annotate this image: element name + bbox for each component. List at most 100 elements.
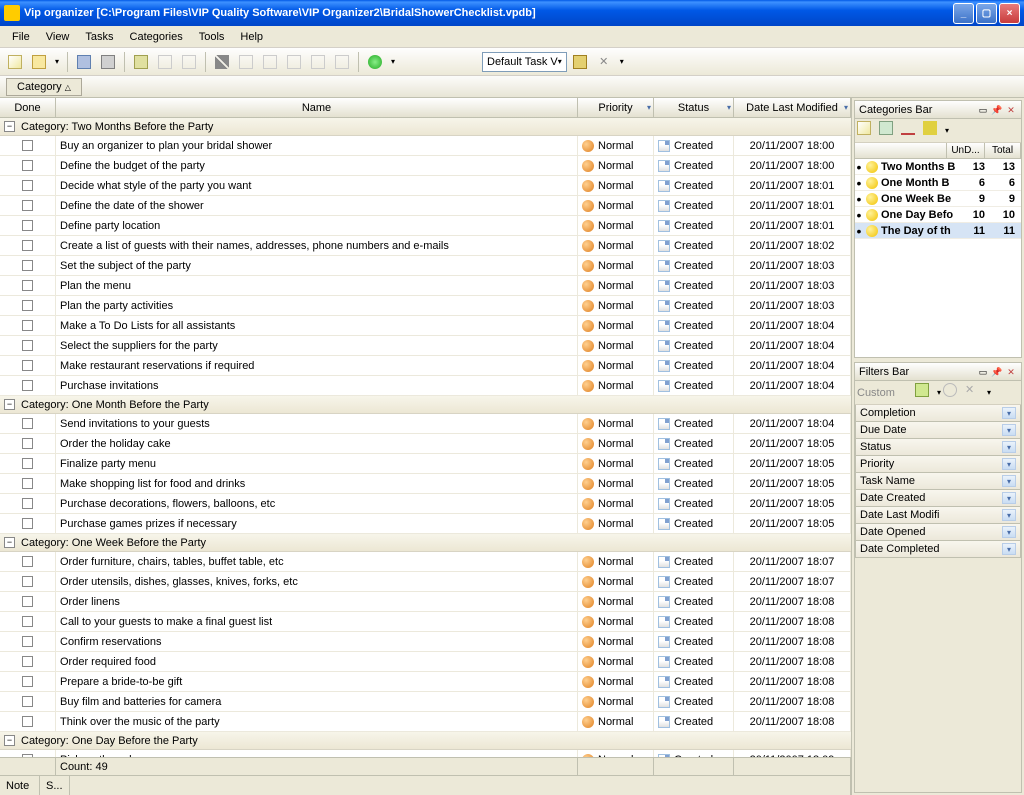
cat-sort-button[interactable]	[923, 121, 943, 141]
cat-edit-button[interactable]	[879, 121, 899, 141]
menu-help[interactable]: Help	[232, 29, 271, 45]
group-row[interactable]: −Category: One Week Before the Party	[0, 534, 851, 552]
done-checkbox[interactable]	[22, 696, 33, 707]
print-button[interactable]	[97, 51, 119, 73]
task-row[interactable]: Select the suppliers for the partyNormal…	[0, 336, 851, 356]
action-button[interactable]	[364, 51, 386, 73]
template-apply-button[interactable]	[569, 51, 591, 73]
filter-row[interactable]: Date Last Modifi▾	[855, 507, 1021, 524]
action-dropdown[interactable]: ▾	[388, 51, 398, 73]
done-checkbox[interactable]	[22, 576, 33, 587]
task-row[interactable]: Finalize party menuNormalCreated20/11/20…	[0, 454, 851, 474]
task-row[interactable]: Buy film and batteries for cameraNormalC…	[0, 692, 851, 712]
collapse-icon[interactable]: −	[4, 121, 15, 132]
task-row[interactable]: Call to your guests to make a final gues…	[0, 612, 851, 632]
group-row[interactable]: −Category: One Day Before the Party	[0, 732, 851, 750]
done-checkbox[interactable]	[22, 180, 33, 191]
task-row[interactable]: Define the budget of the partyNormalCrea…	[0, 156, 851, 176]
menu-tools[interactable]: Tools	[191, 29, 233, 45]
panel-pin-icon[interactable]: 📌	[991, 104, 1003, 116]
task-row[interactable]: Define party locationNormalCreated20/11/…	[0, 216, 851, 236]
filter-more-dropdown[interactable]: ▾	[987, 388, 991, 397]
new-button[interactable]	[4, 51, 26, 73]
template-more-dropdown[interactable]: ▾	[617, 51, 627, 73]
task-row[interactable]: Set the subject of the partyNormalCreate…	[0, 256, 851, 276]
filter-dropdown-icon[interactable]: ▾	[1002, 407, 1016, 419]
cat-col-name[interactable]	[855, 143, 947, 158]
delete-button[interactable]	[283, 51, 305, 73]
filters-pin-icon[interactable]: 📌	[991, 366, 1003, 378]
task-row[interactable]: Purchase decorations, flowers, balloons,…	[0, 494, 851, 514]
done-checkbox[interactable]	[22, 458, 33, 469]
open-button[interactable]	[28, 51, 50, 73]
filter-dropdown-icon[interactable]: ▾	[1002, 509, 1016, 521]
done-checkbox[interactable]	[22, 556, 33, 567]
filter-dropdown-icon[interactable]: ▾	[1002, 475, 1016, 487]
done-checkbox[interactable]	[22, 438, 33, 449]
cat-sort-dropdown[interactable]: ▾	[945, 126, 949, 135]
done-checkbox[interactable]	[22, 340, 33, 351]
task-row[interactable]: Order required foodNormalCreated20/11/20…	[0, 652, 851, 672]
template-delete-button[interactable]: ✕	[593, 51, 615, 73]
done-checkbox[interactable]	[22, 716, 33, 727]
panel-dock-icon[interactable]: ▭	[977, 104, 989, 116]
done-checkbox[interactable]	[22, 220, 33, 231]
filter-row[interactable]: Due Date▾	[855, 422, 1021, 439]
task-row[interactable]: Define the date of the showerNormalCreat…	[0, 196, 851, 216]
menu-tasks[interactable]: Tasks	[77, 29, 121, 45]
task-row[interactable]: Send invitations to your guestsNormalCre…	[0, 414, 851, 434]
filter-dropdown-icon[interactable]: ▾	[1002, 458, 1016, 470]
filter-dropdown-icon[interactable]: ▾	[1002, 492, 1016, 504]
done-checkbox[interactable]	[22, 418, 33, 429]
done-checkbox[interactable]	[22, 518, 33, 529]
task-row[interactable]: Pick up the cakeNormalCreated20/11/2007 …	[0, 750, 851, 757]
cat-new-button[interactable]	[857, 121, 877, 141]
filter-row[interactable]: Status▾	[855, 439, 1021, 456]
task-row[interactable]: Order furniture, chairs, tables, buffet …	[0, 552, 851, 572]
task-row[interactable]: Purchase games prizes if necessaryNormal…	[0, 514, 851, 534]
done-checkbox[interactable]	[22, 380, 33, 391]
category-row[interactable]: •One Day Befo1010	[855, 207, 1021, 223]
menu-categories[interactable]: Categories	[122, 29, 191, 45]
done-checkbox[interactable]	[22, 320, 33, 331]
col-name[interactable]: Name	[56, 98, 578, 117]
cat-col-undone[interactable]: UnD...	[947, 143, 985, 158]
task-row[interactable]: Plan the menuNormalCreated20/11/2007 18:…	[0, 276, 851, 296]
col-status[interactable]: Status▾	[654, 98, 734, 117]
collapse-icon[interactable]: −	[4, 735, 15, 746]
filter-dropdown-icon[interactable]: ▾	[1002, 424, 1016, 436]
tool-b-button[interactable]	[331, 51, 353, 73]
filter-apply-button[interactable]	[915, 383, 935, 403]
col-priority[interactable]: Priority▾	[578, 98, 654, 117]
filters-close-icon[interactable]: ✕	[1005, 366, 1017, 378]
cat-col-total[interactable]: Total	[985, 143, 1021, 158]
task-row[interactable]: Order utensils, dishes, glasses, knives,…	[0, 572, 851, 592]
task-row[interactable]: Make restaurant reservations if required…	[0, 356, 851, 376]
panel-close-icon[interactable]: ✕	[1005, 104, 1017, 116]
filter-row[interactable]: Date Completed▾	[855, 541, 1021, 558]
menu-file[interactable]: File	[4, 29, 38, 45]
task-template-combo[interactable]: Default Task V	[482, 52, 567, 72]
task-row[interactable]: Prepare a bride-to-be giftNormalCreated2…	[0, 672, 851, 692]
done-checkbox[interactable]	[22, 498, 33, 509]
filter-apply-dropdown[interactable]: ▾	[937, 388, 941, 397]
category-row[interactable]: •The Day of th1111	[855, 223, 1021, 239]
done-checkbox[interactable]	[22, 478, 33, 489]
col-date[interactable]: Date Last Modified▾	[734, 98, 851, 117]
open-dropdown[interactable]: ▾	[52, 51, 62, 73]
done-checkbox[interactable]	[22, 260, 33, 271]
filter-dropdown-icon[interactable]: ▾	[1002, 543, 1016, 555]
filter-row[interactable]: Date Opened▾	[855, 524, 1021, 541]
tool-a-button[interactable]	[307, 51, 329, 73]
col-done[interactable]: Done	[0, 98, 56, 117]
done-checkbox[interactable]	[22, 360, 33, 371]
filter-row[interactable]: Date Created▾	[855, 490, 1021, 507]
done-checkbox[interactable]	[22, 596, 33, 607]
task-row[interactable]: Create a list of guests with their names…	[0, 236, 851, 256]
category-row[interactable]: •Two Months B1313	[855, 159, 1021, 175]
undo-button[interactable]	[154, 51, 176, 73]
cut-button[interactable]	[211, 51, 233, 73]
grid-body[interactable]: −Category: Two Months Before the PartyBu…	[0, 118, 851, 757]
done-checkbox[interactable]	[22, 240, 33, 251]
filter-delete-button[interactable]: ✕	[965, 383, 985, 403]
